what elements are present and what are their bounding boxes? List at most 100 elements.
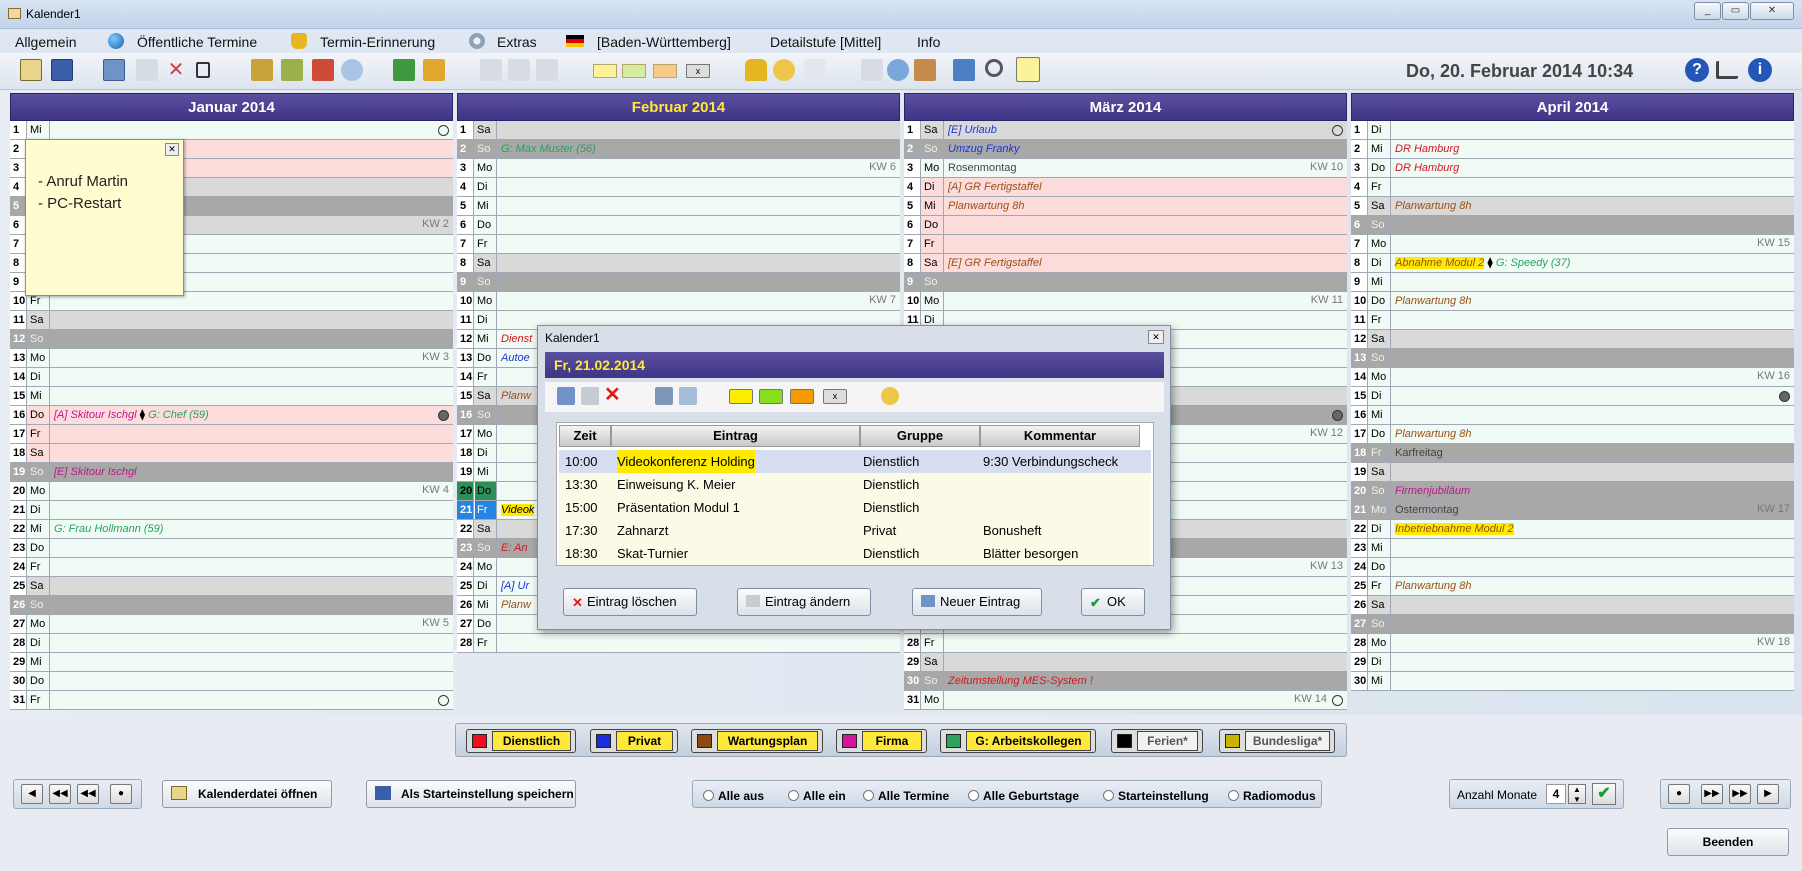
menu-info[interactable]: Info: [917, 34, 940, 50]
day-entry[interactable]: Ostermontag: [1395, 503, 1459, 517]
table-row[interactable]: 13:30 Einweisung K. Meier Dienstlich: [559, 473, 1151, 496]
day-row[interactable]: 9 So: [904, 273, 1347, 292]
folder-icon[interactable]: [423, 59, 445, 81]
yellow-marker-icon[interactable]: [593, 64, 617, 78]
day-entry[interactable]: Videok: [501, 503, 535, 517]
maximize-button[interactable]: ▭: [1722, 2, 1749, 20]
forward-one-button[interactable]: ▶: [1757, 784, 1779, 804]
day-row[interactable]: 26 Sa: [1351, 596, 1794, 615]
day-entry[interactable]: [A] Ur: [501, 579, 529, 593]
clear-marker-icon[interactable]: x: [823, 389, 847, 404]
day-entry[interactable]: DR Hamburg: [1395, 142, 1459, 156]
day-entry[interactable]: Planwartung 8h: [1395, 579, 1471, 593]
legend-group-button[interactable]: Privat: [590, 729, 678, 753]
menu-termin-erinnerung[interactable]: Termin-Erinnerung: [320, 34, 435, 50]
day-entry[interactable]: Planw: [501, 598, 531, 612]
day-entry[interactable]: [E] Urlaub: [948, 123, 997, 137]
filter-radio[interactable]: Alle ein: [788, 789, 846, 803]
apply-check-icon[interactable]: ✔: [1592, 783, 1616, 805]
day-row[interactable]: 6 So: [1351, 216, 1794, 235]
day-row[interactable]: 3 Do DR Hamburg: [1351, 159, 1794, 178]
day-row[interactable]: 11 Fr: [1351, 311, 1794, 330]
filter-radio[interactable]: Radiomodus: [1228, 789, 1316, 803]
cart-icon[interactable]: [1716, 61, 1738, 79]
search-icon[interactable]: [985, 59, 1003, 77]
day-row[interactable]: 27 Mo KW 5: [10, 615, 453, 634]
day-row[interactable]: 10 Do Planwartung 8h: [1351, 292, 1794, 311]
paste-icon[interactable]: [536, 59, 558, 81]
legend-group-button[interactable]: Firma: [836, 729, 927, 753]
menu-allgemein[interactable]: Allgemein: [15, 34, 76, 50]
day-entry[interactable]: DR Hamburg: [1395, 161, 1459, 175]
day-row[interactable]: 17 Fr: [10, 425, 453, 444]
save-startup-button[interactable]: Als Starteinstellung speichern: [366, 780, 576, 808]
day-entry[interactable]: Karfreitag: [1395, 446, 1443, 460]
sync-icon[interactable]: [887, 59, 909, 81]
legend-group-button[interactable]: Dienstlich: [466, 729, 576, 753]
open-book-icon[interactable]: [103, 59, 125, 81]
month-count-input[interactable]: 4: [1546, 784, 1566, 804]
table-row[interactable]: 17:30 Zahnarzt Privat Bonusheft: [559, 519, 1151, 542]
day-entry[interactable]: E: An: [501, 541, 528, 555]
day-row[interactable]: 19 So [E] Skitour Ischgl: [10, 463, 453, 482]
day-row[interactable]: 4 Fr: [1351, 178, 1794, 197]
day-row[interactable]: 28 Fr: [904, 634, 1347, 653]
day-row[interactable]: 11 Sa: [10, 311, 453, 330]
day-row[interactable]: 7 Fr: [904, 235, 1347, 254]
print-icon[interactable]: [953, 59, 975, 81]
day-row[interactable]: 14 Mo KW 16: [1351, 368, 1794, 387]
forward-month-button[interactable]: ▶▶: [1729, 784, 1751, 804]
birthday-icon[interactable]: [281, 59, 303, 81]
day-entry[interactable]: [A] Skitour Ischgl ⧫ G: Chef (59): [54, 408, 209, 422]
day-row[interactable]: 1 Di: [1351, 121, 1794, 140]
back-one-button[interactable]: ◀: [21, 784, 43, 804]
alarm-clock-icon[interactable]: [773, 59, 795, 81]
day-row[interactable]: 5 Mi: [457, 197, 900, 216]
calendar-view-icon[interactable]: [20, 59, 42, 81]
day-row[interactable]: 7 Fr: [457, 235, 900, 254]
day-row[interactable]: 4 Di: [457, 178, 900, 197]
day-entry[interactable]: Dienst: [501, 332, 532, 346]
day-row[interactable]: 16 Mi: [1351, 406, 1794, 425]
day-row[interactable]: 1 Mi: [10, 121, 453, 140]
day-row[interactable]: 23 Do: [10, 539, 453, 558]
day-row[interactable]: 21 Mo Ostermontag KW 17: [1351, 501, 1794, 520]
bell-icon[interactable]: [745, 59, 767, 81]
sticky-note[interactable]: ✕ - Anruf Martin - PC-Restart: [25, 139, 184, 296]
month-header[interactable]: April 2014: [1351, 93, 1794, 121]
day-entry[interactable]: Planwartung 8h: [948, 199, 1024, 213]
day-row[interactable]: 5 Sa Planwartung 8h: [1351, 197, 1794, 216]
day-row[interactable]: 2 So G: Max Muster (56): [457, 140, 900, 159]
today-forward-button[interactable]: ●: [1668, 784, 1690, 804]
edit-icon[interactable]: [581, 387, 599, 405]
day-row[interactable]: 30 So Zeitumstellung MES-System !: [904, 672, 1347, 691]
day-entry[interactable]: Planwartung 8h: [1395, 199, 1471, 213]
day-row[interactable]: 9 So: [457, 273, 900, 292]
day-row[interactable]: 17 Do Planwartung 8h: [1351, 425, 1794, 444]
day-row[interactable]: 12 Sa: [1351, 330, 1794, 349]
day-row[interactable]: 15 Di: [1351, 387, 1794, 406]
column-header-gruppe[interactable]: Gruppe: [860, 425, 980, 447]
remove-birthday-icon[interactable]: [312, 59, 334, 81]
copy-icon[interactable]: [679, 387, 697, 405]
dialog-close-icon[interactable]: ✕: [1148, 330, 1164, 344]
day-row[interactable]: 20 Mo KW 4: [10, 482, 453, 501]
day-row[interactable]: 30 Do: [10, 672, 453, 691]
day-row[interactable]: 3 Mo Rosenmontag KW 10: [904, 159, 1347, 178]
day-row[interactable]: 30 Mi: [1351, 672, 1794, 691]
day-row[interactable]: 6 Do: [457, 216, 900, 235]
day-entry[interactable]: Planw: [501, 389, 531, 403]
month-header[interactable]: Februar 2014: [457, 93, 900, 121]
day-entry[interactable]: [E] GR Fertigstaffel: [948, 256, 1042, 270]
filter-radio[interactable]: Starteinstellung: [1103, 789, 1209, 803]
copy-page-icon[interactable]: [196, 62, 210, 78]
back-month-button[interactable]: ◀◀: [49, 784, 71, 804]
column-header-zeit[interactable]: Zeit: [559, 425, 611, 447]
day-row[interactable]: 28 Mo KW 18: [1351, 634, 1794, 653]
legend-group-button[interactable]: Ferien*: [1111, 729, 1203, 753]
menu-region[interactable]: [Baden-Württemberg]: [597, 34, 731, 50]
day-entry[interactable]: Umzug Franky: [948, 142, 1020, 156]
day-row[interactable]: 14 Di: [10, 368, 453, 387]
day-row[interactable]: 13 Mo KW 3: [10, 349, 453, 368]
day-entry[interactable]: Rosenmontag: [948, 161, 1017, 175]
